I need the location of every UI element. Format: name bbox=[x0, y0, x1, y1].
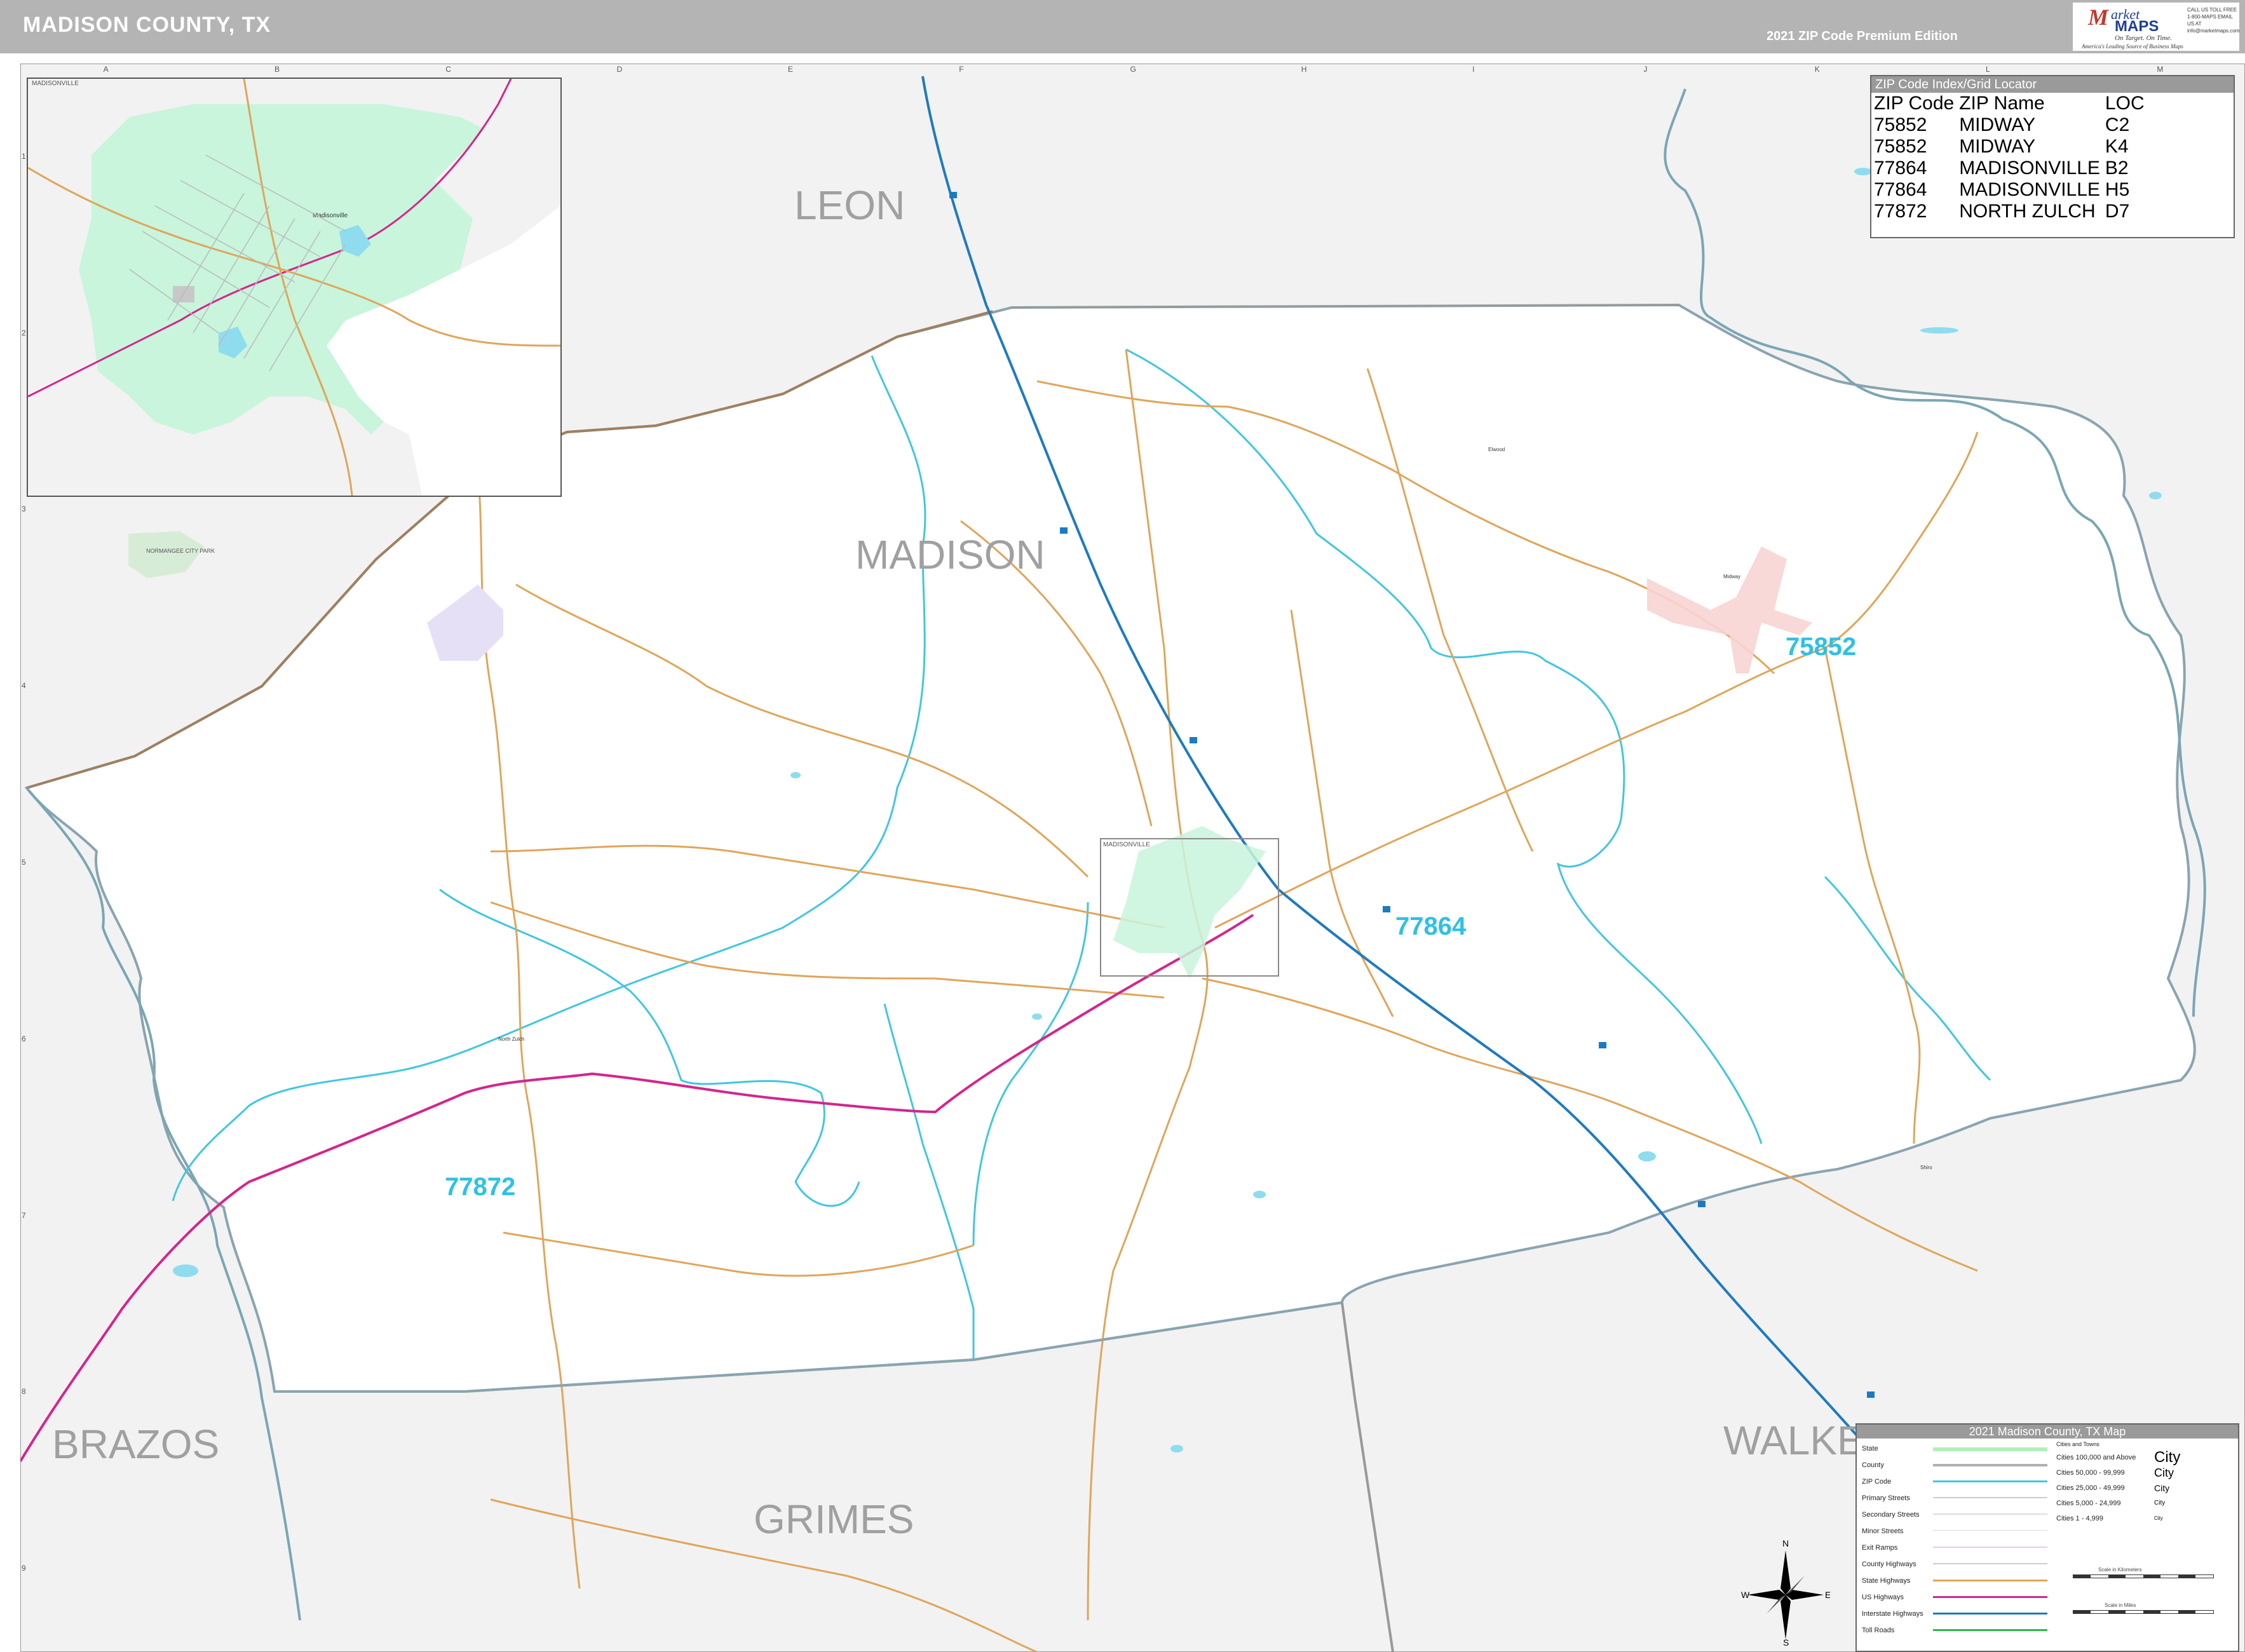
inset-svg: Madisonville bbox=[28, 79, 560, 496]
legend-state-hwy: State Highways bbox=[1862, 1577, 1911, 1585]
zip-cell: 77864 bbox=[1874, 179, 1927, 200]
market-maps-logo: M arket MAPS On Target. On Time. America… bbox=[2073, 3, 2239, 51]
legend-exit-line bbox=[1933, 1547, 2047, 1548]
table-row: 77872 NORTH ZULCH D7 bbox=[1874, 201, 2150, 222]
scale-mi-label: Scale in Miles bbox=[2105, 1602, 2136, 1608]
county-label-grimes: GRIMES bbox=[754, 1496, 914, 1542]
legend-zip-line bbox=[1933, 1480, 2047, 1482]
loc-cell: D7 bbox=[2105, 201, 2130, 222]
legend-zip: ZIP Code bbox=[1862, 1478, 1892, 1486]
zip-cell: 77864 bbox=[1874, 158, 1927, 179]
legend-city-1: Cities 100,000 and Above bbox=[2056, 1454, 2136, 1461]
zip-table-header-row: ZIP Code ZIP Name LOC bbox=[1874, 93, 2150, 114]
compass-n: N bbox=[1782, 1538, 1789, 1548]
zip-index-header: ZIP Code Index/Grid Locator bbox=[1871, 76, 2234, 93]
legend-exit: Exit Ramps bbox=[1862, 1544, 1898, 1552]
legend-toll: Toll Roads bbox=[1862, 1627, 1895, 1634]
logo-tagline: On Target. On Time. bbox=[2115, 34, 2172, 42]
legend-city-4: Cities 5,000 - 24,999 bbox=[2056, 1500, 2121, 1507]
legend-state-line bbox=[1933, 1447, 2047, 1451]
legend-primary-line bbox=[1933, 1497, 2047, 1498]
legend-minor: Minor Streets bbox=[1862, 1527, 1904, 1535]
zip-table: ZIP Code ZIP Name LOC 75852 MIDWAY C2 75… bbox=[1874, 93, 2150, 222]
compass-w: W bbox=[1741, 1590, 1750, 1600]
legend-city-5: Cities 1 - 4,999 bbox=[2056, 1515, 2103, 1522]
compass-s: S bbox=[1783, 1637, 1789, 1646]
zip-label-75852: 75852 bbox=[1786, 633, 1857, 661]
edition-label: 2021 ZIP Code Premium Edition bbox=[1767, 29, 1958, 43]
zip-name-cell: MADISONVILLE bbox=[1959, 158, 2100, 179]
legend-cities-title: Cities and Towns bbox=[2056, 1441, 2099, 1447]
place-shiro: Shiro bbox=[1920, 1165, 1932, 1170]
legend-secondary: Secondary Streets bbox=[1862, 1511, 1920, 1519]
scale-mi-bar bbox=[2073, 1610, 2214, 1614]
legend-county: County bbox=[1862, 1461, 1884, 1469]
logo-word-bottom: MAPS bbox=[2115, 18, 2159, 35]
loc-cell: C2 bbox=[2105, 114, 2130, 135]
table-row: 77864 MADISONVILLE B2 bbox=[1874, 158, 2150, 179]
zip-index-table: ZIP Code Index/Grid Locator ZIP Code ZIP… bbox=[1870, 75, 2235, 238]
legend-us-hwy-line bbox=[1933, 1596, 2047, 1598]
legend-minor-line bbox=[1933, 1530, 2047, 1531]
place-midway: Midway bbox=[1723, 574, 1740, 579]
zip-cell: 75852 bbox=[1874, 114, 1927, 135]
zip-cell: 77872 bbox=[1874, 201, 1927, 222]
table-row: 77864 MADISONVILLE H5 bbox=[1874, 179, 2150, 201]
compass-rose: N S E W bbox=[1741, 1538, 1830, 1646]
col-zip-code: ZIP Code bbox=[1874, 93, 1955, 114]
legend-county-line bbox=[1933, 1464, 2047, 1466]
legend-state: State bbox=[1862, 1445, 1878, 1452]
zip-cell: 75852 bbox=[1874, 136, 1927, 157]
normangee-park-label: NORMANGEE CITY PARK bbox=[146, 548, 215, 554]
col-loc: LOC bbox=[2105, 93, 2145, 114]
legend-toll-line bbox=[1933, 1629, 2047, 1631]
legend-city-sym-4: City bbox=[2154, 1500, 2166, 1506]
zip-name-cell: MADISONVILLE bbox=[1959, 179, 2100, 200]
legend-city-2: Cities 50,000 - 99,999 bbox=[2056, 1469, 2125, 1477]
scale-km-label: Scale in Kilometers bbox=[2098, 1567, 2142, 1573]
map-title: MADISON COUNTY, TX bbox=[23, 13, 271, 37]
table-row: 75852 MIDWAY C2 bbox=[1874, 114, 2150, 136]
inset-label: MADISONVILLE bbox=[32, 80, 79, 87]
legend-county-hwy-line bbox=[1933, 1563, 2047, 1564]
logo-mark: M bbox=[2088, 4, 2109, 30]
legend-us-hwy: US Highways bbox=[1862, 1594, 1904, 1601]
county-label-madison: MADISON bbox=[855, 532, 1045, 578]
zip-label-77864: 77864 bbox=[1395, 912, 1467, 940]
county-label-walker: WALKE bbox=[1723, 1418, 1864, 1463]
legend-primary: Primary Streets bbox=[1862, 1494, 1910, 1502]
place-north-zulch: North Zulch bbox=[498, 1036, 524, 1042]
loc-cell: K4 bbox=[2105, 136, 2129, 157]
table-row: 75852 MIDWAY K4 bbox=[1874, 136, 2150, 158]
title-bar: MADISON COUNTY, TX 2021 ZIP Code Premium… bbox=[0, 0, 2245, 53]
madisonville-inset-map: MADISONVILLE Madisonville bbox=[27, 78, 562, 497]
place-elwood: Elwood bbox=[1488, 447, 1505, 452]
legend-city-sym-1: City bbox=[2154, 1449, 2181, 1466]
legend-secondary-line bbox=[1933, 1513, 2047, 1515]
logo-contact: CALL US TOLL FREE 1-800-MAPS EMAIL US AT… bbox=[2187, 7, 2240, 34]
zip-name-cell: NORTH ZULCH bbox=[1959, 201, 2096, 222]
zip-name-cell: MIDWAY bbox=[1959, 114, 2036, 135]
loc-cell: H5 bbox=[2105, 179, 2130, 200]
compass-e: E bbox=[1825, 1590, 1830, 1600]
scale-km-bar bbox=[2073, 1574, 2214, 1578]
madisonville-box-label: MADISONVILLE bbox=[1103, 841, 1150, 848]
map-legend: 2021 Madison County, TX Map State County… bbox=[1855, 1423, 2239, 1652]
county-label-leon: LEON bbox=[794, 182, 905, 228]
legend-city-sym-2: City bbox=[2154, 1466, 2174, 1479]
legend-city-3: Cities 25,000 - 49,999 bbox=[2056, 1484, 2125, 1492]
legend-title: 2021 Madison County, TX Map bbox=[1857, 1425, 2238, 1439]
legend-interstate: Interstate Highways bbox=[1862, 1610, 1923, 1618]
loc-cell: B2 bbox=[2105, 158, 2129, 179]
zip-label-77872: 77872 bbox=[445, 1173, 516, 1201]
logo-tagline-2: America's Leading Source of Business Map… bbox=[2082, 43, 2183, 50]
zip-name-cell: MIDWAY bbox=[1959, 136, 2036, 157]
legend-state-hwy-line bbox=[1933, 1580, 2047, 1581]
legend-interstate-line bbox=[1933, 1613, 2047, 1615]
county-label-brazos: BRAZOS bbox=[52, 1421, 220, 1467]
col-zip-name: ZIP Name bbox=[1959, 93, 2045, 114]
legend-city-sym-3: City bbox=[2154, 1483, 2170, 1493]
legend-city-sym-5: City bbox=[2154, 1515, 2163, 1521]
legend-county-hwy: County Highways bbox=[1862, 1561, 1916, 1568]
